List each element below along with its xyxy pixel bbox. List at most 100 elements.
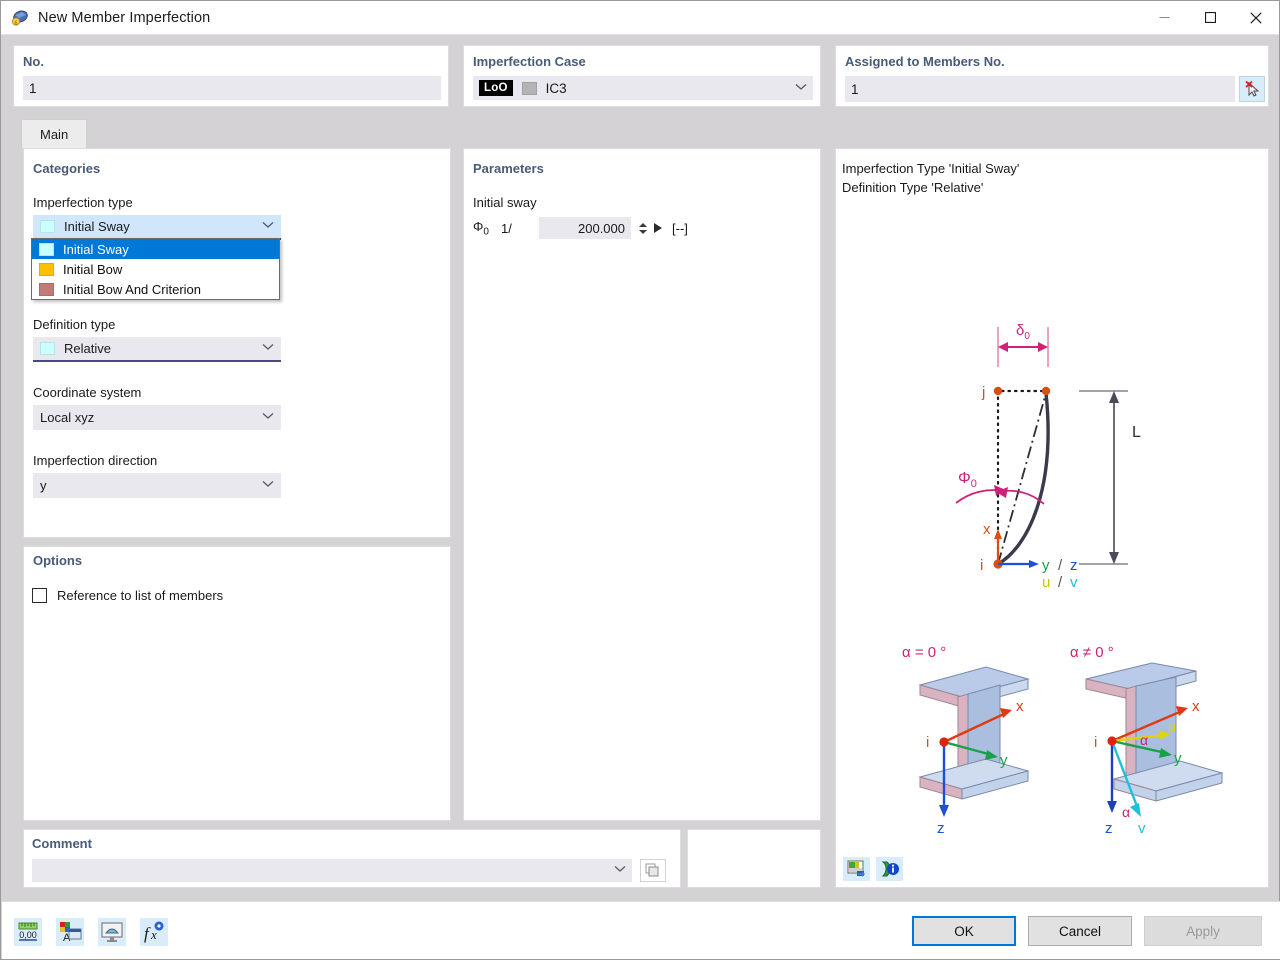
svg-text:6: 6 [14, 20, 17, 26]
dropdown-option-label: Initial Bow And Criterion [63, 281, 202, 297]
dialog-window: 6 New Member Imperfection No. 1 Imperfec… [0, 0, 1280, 960]
tab-main-label: Main [40, 126, 69, 142]
comment-input[interactable] [32, 859, 632, 882]
dropdown-option-initial-sway[interactable]: Initial Sway [32, 239, 279, 259]
preview-panel: Imperfection Type 'Initial Sway' Definit… [835, 148, 1269, 888]
apply-button: Apply [1144, 916, 1262, 946]
cancel-button[interactable]: Cancel [1028, 916, 1132, 946]
member-imperfection-icon: 6 [10, 8, 30, 28]
coordinate-system-label: Coordinate system [33, 385, 142, 400]
chevron-down-icon[interactable] [262, 480, 274, 491]
initial-sway-input[interactable]: 200.000 [539, 217, 631, 239]
close-button[interactable] [1233, 1, 1279, 35]
categories-title: Categories [33, 161, 101, 176]
svg-text:z: z [937, 820, 945, 837]
minimize-button[interactable] [1141, 1, 1187, 35]
imperfection-case-group: Imperfection Case LoO IC3 [463, 45, 821, 107]
ok-button[interactable]: OK [912, 916, 1016, 946]
svg-text:v: v [1070, 574, 1078, 591]
svg-text:z: z [1105, 820, 1113, 837]
expand-formula-icon[interactable] [654, 223, 662, 233]
definition-type-label: Definition type [33, 317, 116, 332]
pick-members-icon[interactable] [1239, 76, 1265, 102]
apply-button-label: Apply [1186, 923, 1220, 939]
no-group: No. 1 [13, 45, 449, 107]
assigned-members-input[interactable]: 1 [845, 76, 1235, 102]
reference-to-list-checkbox[interactable] [32, 588, 47, 603]
option-swatch [39, 282, 54, 296]
tab-main[interactable]: Main [21, 119, 88, 148]
preview-line-1: Imperfection Type 'Initial Sway' [842, 161, 1020, 176]
initial-sway-stepper[interactable] [639, 222, 647, 234]
option-swatch [39, 242, 54, 256]
dropdown-option-initial-bow[interactable]: Initial Bow [32, 259, 279, 279]
no-group-title: No. [23, 54, 44, 69]
svg-text:i: i [926, 734, 929, 751]
preview-line-2: Definition Type 'Relative' [842, 180, 984, 195]
svg-text:y: y [1042, 557, 1050, 574]
footer-tools: 0,00 A f x [14, 918, 168, 946]
chevron-down-icon[interactable] [262, 343, 274, 354]
chevron-down-icon[interactable] [614, 865, 626, 876]
no-input[interactable]: 1 [23, 76, 441, 100]
imperfection-case-title: Imperfection Case [473, 54, 586, 69]
svg-text:L: L [1132, 424, 1141, 441]
svg-text:x: x [1192, 698, 1200, 715]
maximize-button[interactable] [1187, 1, 1233, 35]
svg-text:x: x [983, 521, 991, 538]
stepper-down-icon[interactable] [639, 229, 647, 234]
section-alpha-zero: α = 0 ° x y z i [902, 644, 1030, 837]
svg-text:α = 0 °: α = 0 ° [902, 644, 946, 661]
imperfection-type-value: Initial Sway [64, 219, 130, 234]
options-title: Options [33, 553, 83, 568]
svg-text:f: f [144, 924, 151, 943]
svg-text:0,00: 0,00 [19, 930, 37, 940]
svg-text:δ0: δ0 [1016, 322, 1030, 342]
option-swatch [39, 262, 54, 276]
imperfection-type-combo[interactable]: Initial Sway [33, 215, 281, 240]
svg-text:α: α [1122, 804, 1130, 820]
window-title: New Member Imperfection [38, 9, 211, 26]
imperfection-case-combo[interactable]: LoO IC3 [473, 76, 813, 100]
svg-text:v: v [1138, 820, 1146, 837]
footer-bar: 0,00 A f x OK Cancel Apply [2, 901, 1280, 959]
imperfection-direction-value: y [40, 478, 47, 493]
imperfection-case-value: IC3 [545, 80, 567, 96]
coordinate-system-combo[interactable]: Local xyz [33, 405, 281, 430]
imperfection-type-label: Imperfection type [33, 195, 133, 210]
dropdown-option-initial-bow-and-criterion[interactable]: Initial Bow And Criterion [32, 279, 279, 299]
no-value: 1 [29, 80, 37, 96]
comment-copy-icon[interactable] [640, 859, 666, 882]
reference-to-list-label: Reference to list of members [57, 588, 224, 603]
export-image-icon[interactable] [843, 857, 870, 881]
reference-to-list-row[interactable]: Reference to list of members [32, 588, 223, 603]
chevron-down-icon[interactable] [262, 221, 274, 232]
imperfection-type-dropdown-list[interactable]: Initial Sway Initial Bow Initial Bow And… [31, 238, 280, 300]
info-icon[interactable] [876, 857, 903, 881]
svg-text:x: x [1016, 698, 1024, 715]
initial-sway-group-label: Initial sway [473, 195, 537, 210]
svg-text:y: y [1000, 752, 1008, 769]
sway-diagram: δ0 j i Φ0 x y / z u / v L [955, 322, 1141, 591]
formula-icon[interactable]: f x [140, 918, 168, 946]
imperfection-direction-combo[interactable]: y [33, 473, 281, 498]
initial-sway-unit: [--] [672, 220, 688, 236]
categories-panel: Categories Imperfection type Initial Swa… [23, 148, 451, 538]
chevron-down-icon[interactable] [795, 83, 807, 94]
visibility-icon[interactable] [98, 918, 126, 946]
svg-text:u: u [1168, 718, 1176, 735]
imperfection-direction-label: Imperfection direction [33, 453, 158, 468]
units-icon[interactable]: 0,00 [14, 918, 42, 946]
svg-text:j: j [981, 384, 985, 401]
definition-type-combo[interactable]: Relative [33, 337, 281, 362]
display-properties-icon[interactable]: A [56, 918, 84, 946]
footer-buttons: OK Cancel Apply [912, 916, 1262, 946]
comment-title: Comment [32, 836, 92, 851]
ratio-prefix: 1/ [501, 220, 512, 236]
stepper-up-icon[interactable] [639, 222, 647, 227]
chevron-down-icon[interactable] [262, 412, 274, 423]
assigned-members-title: Assigned to Members No. [845, 54, 1005, 69]
lo-badge: LoO [479, 80, 513, 96]
svg-text:/: / [1058, 557, 1063, 574]
definition-type-value: Relative [64, 341, 111, 356]
